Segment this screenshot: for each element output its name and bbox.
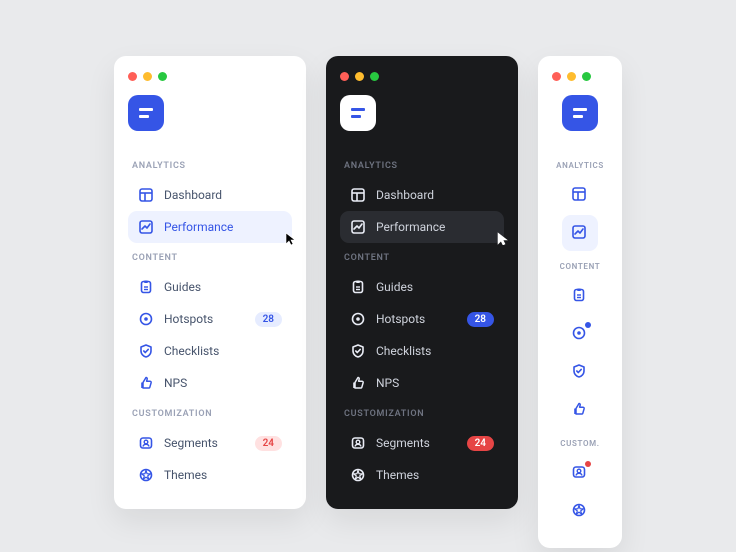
- nav-nps[interactable]: NPS: [128, 367, 292, 399]
- guides-icon: [350, 279, 366, 295]
- nav-nps[interactable]: NPS: [340, 367, 504, 399]
- nav-dashboard[interactable]: [562, 177, 598, 213]
- dashboard-icon: [138, 187, 154, 203]
- checklists-icon: [350, 343, 366, 359]
- minimize-dot[interactable]: [355, 72, 364, 81]
- nav-label: Themes: [164, 468, 207, 482]
- badge-segments: 24: [255, 436, 282, 451]
- nav-checklists[interactable]: Checklists: [340, 335, 504, 367]
- thumbs-up-icon: [350, 375, 366, 391]
- nav-segments[interactable]: Segments 24: [128, 427, 292, 459]
- section-analytics: ANALYTICS: [132, 161, 288, 171]
- nav-label: Guides: [376, 280, 413, 294]
- window-controls[interactable]: [128, 72, 292, 81]
- nav-label: Performance: [376, 220, 445, 234]
- nav-hotspots[interactable]: Hotspots 28: [340, 303, 504, 335]
- close-dot[interactable]: [552, 72, 561, 81]
- section-analytics: ANALYTICS: [344, 161, 500, 171]
- nav-label: Performance: [164, 220, 233, 234]
- guides-icon: [138, 279, 154, 295]
- nav-label: Checklists: [164, 344, 219, 358]
- section-customization: CUSTOMIZATION: [132, 409, 288, 419]
- nav-label: Segments: [164, 436, 218, 450]
- nav-themes[interactable]: [562, 493, 598, 529]
- section-content: CONTENT: [552, 262, 608, 271]
- pointer-cursor-icon: [494, 231, 508, 245]
- badge-hotspots: 28: [255, 312, 282, 327]
- badge-segments-dot: [585, 461, 591, 467]
- nav-label: Hotspots: [376, 312, 425, 326]
- section-content: CONTENT: [132, 253, 288, 263]
- performance-icon: [138, 219, 154, 235]
- badge-hotspots: 28: [467, 312, 494, 327]
- app-logo: [562, 95, 598, 131]
- nav-guides[interactable]: Guides: [340, 271, 504, 303]
- app-logo: [340, 95, 376, 131]
- nav-hotspots[interactable]: [562, 316, 598, 352]
- nav-themes[interactable]: Themes: [340, 459, 504, 491]
- dashboard-icon: [350, 187, 366, 203]
- nav-segments[interactable]: [562, 455, 598, 491]
- nav-label: Dashboard: [376, 188, 434, 202]
- nav-nps[interactable]: [562, 392, 598, 428]
- close-dot[interactable]: [340, 72, 349, 81]
- nav-label: Dashboard: [164, 188, 222, 202]
- nav-dashboard[interactable]: Dashboard: [128, 179, 292, 211]
- badge-hotspots-dot: [585, 322, 591, 328]
- nav-label: Guides: [164, 280, 201, 294]
- nav-label: Segments: [376, 436, 430, 450]
- segments-icon: [350, 435, 366, 451]
- nav-dashboard[interactable]: Dashboard: [340, 179, 504, 211]
- themes-icon: [138, 467, 154, 483]
- section-customization: CUSTOM.: [552, 439, 608, 448]
- nav-performance[interactable]: [562, 215, 598, 251]
- nav-label: Themes: [376, 468, 419, 482]
- maximize-dot[interactable]: [158, 72, 167, 81]
- nav-themes[interactable]: Themes: [128, 459, 292, 491]
- nav-label: NPS: [376, 376, 399, 390]
- nav-guides[interactable]: Guides: [128, 271, 292, 303]
- sidebar-light: ANALYTICS Dashboard Performance CONTENT …: [114, 56, 306, 509]
- nav-guides[interactable]: [562, 278, 598, 314]
- nav-label: Checklists: [376, 344, 431, 358]
- minimize-dot[interactable]: [143, 72, 152, 81]
- nav-performance[interactable]: Performance: [128, 211, 292, 243]
- thumbs-up-icon: [138, 375, 154, 391]
- nav-label: NPS: [164, 376, 187, 390]
- nav-hotspots[interactable]: Hotspots 28: [128, 303, 292, 335]
- window-controls[interactable]: [552, 72, 591, 81]
- minimize-dot[interactable]: [567, 72, 576, 81]
- themes-icon: [350, 467, 366, 483]
- badge-segments: 24: [467, 436, 494, 451]
- maximize-dot[interactable]: [582, 72, 591, 81]
- nav-segments[interactable]: Segments 24: [340, 427, 504, 459]
- sidebar-collapsed: ANALYTICS CONTENT CUSTOM.: [538, 56, 622, 548]
- close-dot[interactable]: [128, 72, 137, 81]
- performance-icon: [350, 219, 366, 235]
- section-analytics: ANALYTICS: [552, 161, 608, 170]
- window-controls[interactable]: [340, 72, 504, 81]
- hotspots-icon: [138, 311, 154, 327]
- nav-performance[interactable]: Performance: [340, 211, 504, 243]
- app-logo: [128, 95, 164, 131]
- nav-checklists[interactable]: Checklists: [128, 335, 292, 367]
- section-customization: CUSTOMIZATION: [344, 409, 500, 419]
- sidebar-dark: ANALYTICS Dashboard Performance CONTENT …: [326, 56, 518, 509]
- segments-icon: [138, 435, 154, 451]
- nav-checklists[interactable]: [562, 354, 598, 390]
- pointer-cursor-icon: [282, 231, 296, 245]
- section-content: CONTENT: [344, 253, 500, 263]
- hotspots-icon: [350, 311, 366, 327]
- maximize-dot[interactable]: [370, 72, 379, 81]
- checklists-icon: [138, 343, 154, 359]
- nav-label: Hotspots: [164, 312, 213, 326]
